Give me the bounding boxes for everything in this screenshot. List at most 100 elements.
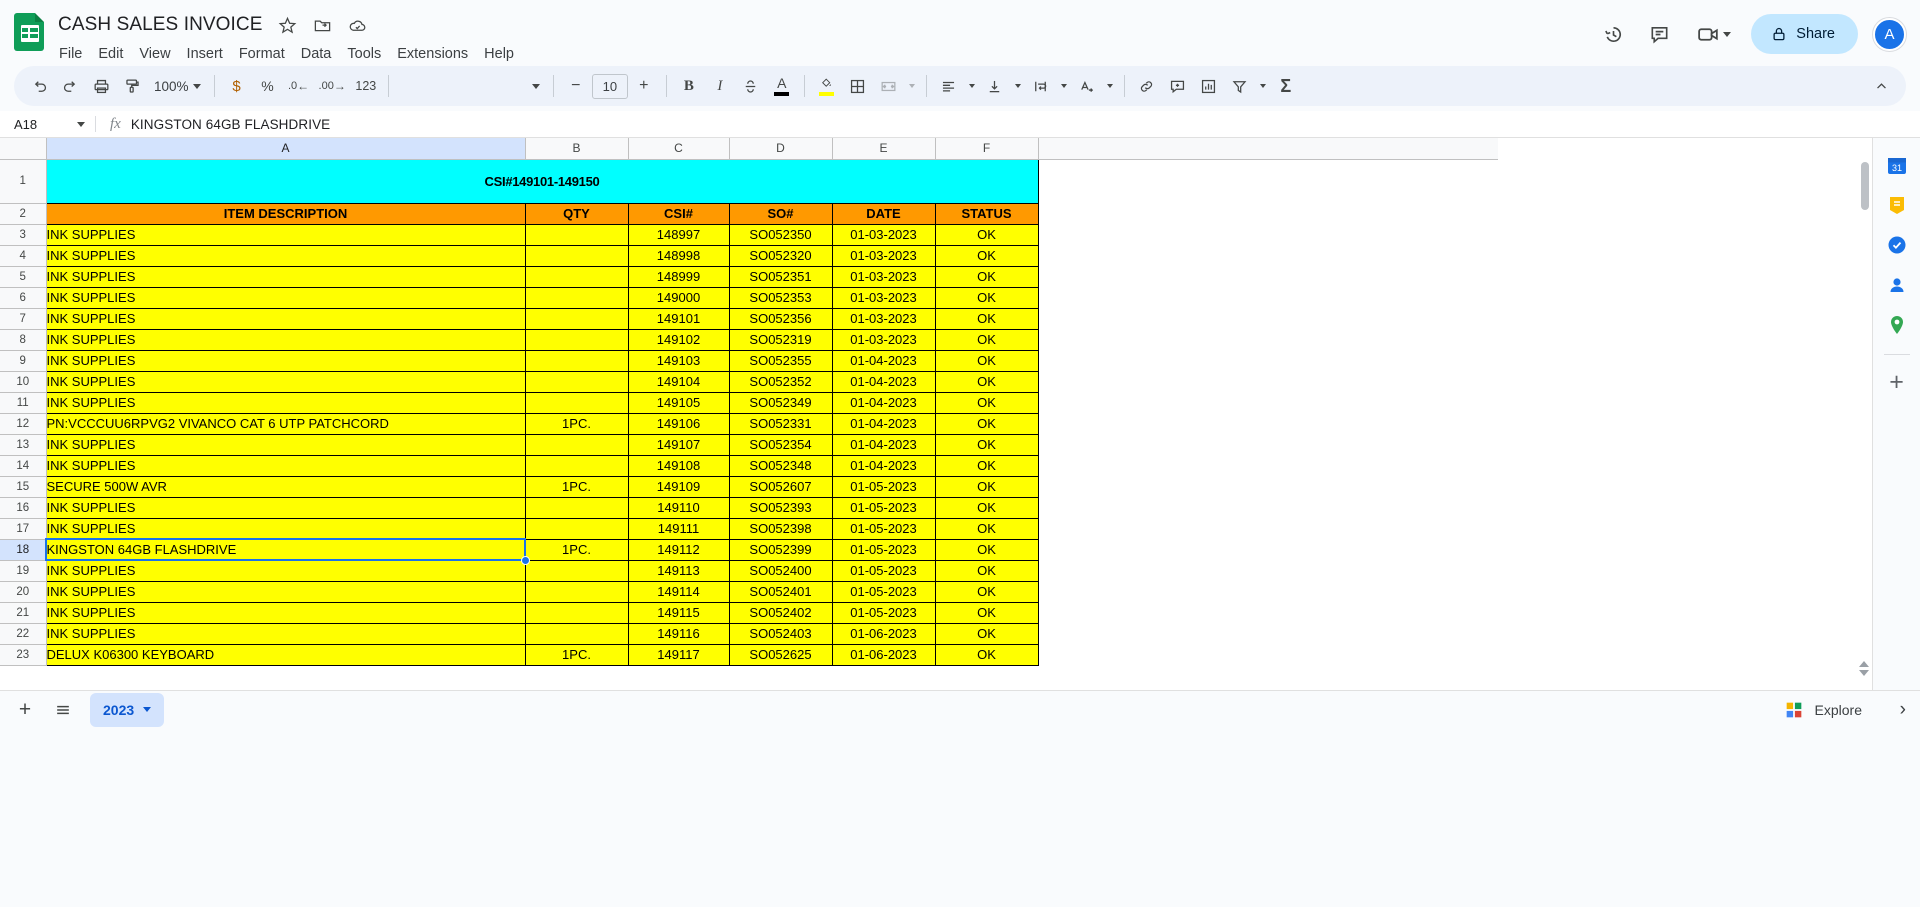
wrap-dropdown[interactable] (1057, 71, 1071, 101)
cell-E10[interactable]: 01-04-2023 (832, 371, 935, 392)
cell-E13[interactable]: 01-04-2023 (832, 434, 935, 455)
cell-F23[interactable]: OK (935, 644, 1038, 665)
cell-D10[interactable]: SO052352 (729, 371, 832, 392)
cell-A8[interactable]: INK SUPPLIES (46, 329, 525, 350)
cell-D4[interactable]: SO052320 (729, 245, 832, 266)
cell-B22[interactable] (525, 623, 628, 644)
percent-format-button[interactable]: % (253, 71, 283, 101)
row-header-4[interactable]: 4 (0, 245, 46, 266)
column-header-d[interactable]: D (729, 138, 832, 159)
increase-decimal-button[interactable]: .00→ (315, 71, 350, 101)
cell-C15[interactable]: 149109 (628, 476, 729, 497)
row-header-5[interactable]: 5 (0, 266, 46, 287)
row-header-11[interactable]: 11 (0, 392, 46, 413)
name-box[interactable]: A18 (0, 117, 95, 132)
menu-item-edit[interactable]: Edit (90, 43, 131, 65)
cell-C8[interactable]: 149102 (628, 329, 729, 350)
cell-B11[interactable] (525, 392, 628, 413)
collapse-toolbar-icon[interactable] (1866, 71, 1896, 101)
cell-B19[interactable] (525, 560, 628, 581)
cell-B10[interactable] (525, 371, 628, 392)
cell-A17[interactable]: INK SUPPLIES (46, 518, 525, 539)
cell-A6[interactable]: INK SUPPLIES (46, 287, 525, 308)
cell-D8[interactable]: SO052319 (729, 329, 832, 350)
cell-A10[interactable]: INK SUPPLIES (46, 371, 525, 392)
cell-D17[interactable]: SO052398 (729, 518, 832, 539)
cell-F9[interactable]: OK (935, 350, 1038, 371)
cell-C11[interactable]: 149105 (628, 392, 729, 413)
cell-F10[interactable]: OK (935, 371, 1038, 392)
cell-B15[interactable]: 1PC. (525, 476, 628, 497)
row-header-16[interactable]: 16 (0, 497, 46, 518)
cell-B23[interactable]: 1PC. (525, 644, 628, 665)
row-header-12[interactable]: 12 (0, 413, 46, 434)
google-sheets-logo[interactable] (14, 8, 50, 54)
cell-C12[interactable]: 149106 (628, 413, 729, 434)
cell-A18[interactable]: KINGSTON 64GB FLASHDRIVE (46, 539, 525, 560)
functions-sigma-icon[interactable]: Σ (1271, 71, 1301, 101)
document-title[interactable]: CASH SALES INVOICE (58, 14, 263, 36)
zoom-control[interactable]: 100% (148, 79, 207, 94)
cell-D18[interactable]: SO052399 (729, 539, 832, 560)
menu-item-view[interactable]: View (131, 43, 178, 65)
cell-F5[interactable]: OK (935, 266, 1038, 287)
cell-A21[interactable]: INK SUPPLIES (46, 602, 525, 623)
cell-D16[interactable]: SO052393 (729, 497, 832, 518)
cell-E19[interactable]: 01-05-2023 (832, 560, 935, 581)
cell-C5[interactable]: 148999 (628, 266, 729, 287)
cell-B17[interactable] (525, 518, 628, 539)
cell-D15[interactable]: SO052607 (729, 476, 832, 497)
row-header-8[interactable]: 8 (0, 329, 46, 350)
cell-a1-title[interactable]: CSI#149101-149150 (46, 159, 1038, 203)
cell-D11[interactable]: SO052349 (729, 392, 832, 413)
cloud-saved-icon[interactable] (347, 15, 368, 36)
cell-C9[interactable]: 149103 (628, 350, 729, 371)
cell-C3[interactable]: 148997 (628, 224, 729, 245)
sheet-tab-2023[interactable]: 2023 (90, 693, 164, 727)
cell-B3[interactable] (525, 224, 628, 245)
more-formats-button[interactable]: 123 (351, 71, 381, 101)
cell-d2-header[interactable]: SO# (729, 203, 832, 224)
row-header-17[interactable]: 17 (0, 518, 46, 539)
cell-C14[interactable]: 149108 (628, 455, 729, 476)
cell-C17[interactable]: 149111 (628, 518, 729, 539)
cell-C16[interactable]: 149110 (628, 497, 729, 518)
menu-item-insert[interactable]: Insert (179, 43, 231, 65)
cell-E18[interactable]: 01-05-2023 (832, 539, 935, 560)
bold-button[interactable]: B (674, 71, 704, 101)
row-header-6[interactable]: 6 (0, 287, 46, 308)
increase-font-size-button[interactable]: + (629, 71, 659, 101)
column-header-b[interactable]: B (525, 138, 628, 159)
select-all-corner[interactable] (0, 138, 46, 159)
cell-D19[interactable]: SO052400 (729, 560, 832, 581)
cell-A3[interactable]: INK SUPPLIES (46, 224, 525, 245)
cell-B18[interactable]: 1PC. (525, 539, 628, 560)
cell-F19[interactable]: OK (935, 560, 1038, 581)
menu-item-extensions[interactable]: Extensions (389, 43, 476, 65)
cell-E21[interactable]: 01-05-2023 (832, 602, 935, 623)
cell-E22[interactable]: 01-06-2023 (832, 623, 935, 644)
cell-A20[interactable]: INK SUPPLIES (46, 581, 525, 602)
cell-D21[interactable]: SO052402 (729, 602, 832, 623)
cell-a2-header[interactable]: ITEM DESCRIPTION (46, 203, 525, 224)
comment-icon[interactable] (1639, 14, 1679, 54)
cell-C10[interactable]: 149104 (628, 371, 729, 392)
cell-B14[interactable] (525, 455, 628, 476)
undo-icon[interactable] (24, 71, 54, 101)
cell-A19[interactable]: INK SUPPLIES (46, 560, 525, 581)
strikethrough-icon[interactable] (736, 71, 766, 101)
move-to-folder-icon[interactable] (312, 15, 333, 36)
cell-F14[interactable]: OK (935, 455, 1038, 476)
row-header-14[interactable]: 14 (0, 455, 46, 476)
cell-D7[interactable]: SO052356 (729, 308, 832, 329)
cell-E6[interactable]: 01-03-2023 (832, 287, 935, 308)
column-header-e[interactable]: E (832, 138, 935, 159)
cell-F18[interactable]: OK (935, 539, 1038, 560)
cell-D5[interactable]: SO052351 (729, 266, 832, 287)
share-button[interactable]: Share (1751, 14, 1858, 54)
cell-E17[interactable]: 01-05-2023 (832, 518, 935, 539)
cell-C23[interactable]: 149117 (628, 644, 729, 665)
calendar-icon[interactable]: 31 (1884, 152, 1910, 178)
cell-C6[interactable]: 149000 (628, 287, 729, 308)
cell-A7[interactable]: INK SUPPLIES (46, 308, 525, 329)
